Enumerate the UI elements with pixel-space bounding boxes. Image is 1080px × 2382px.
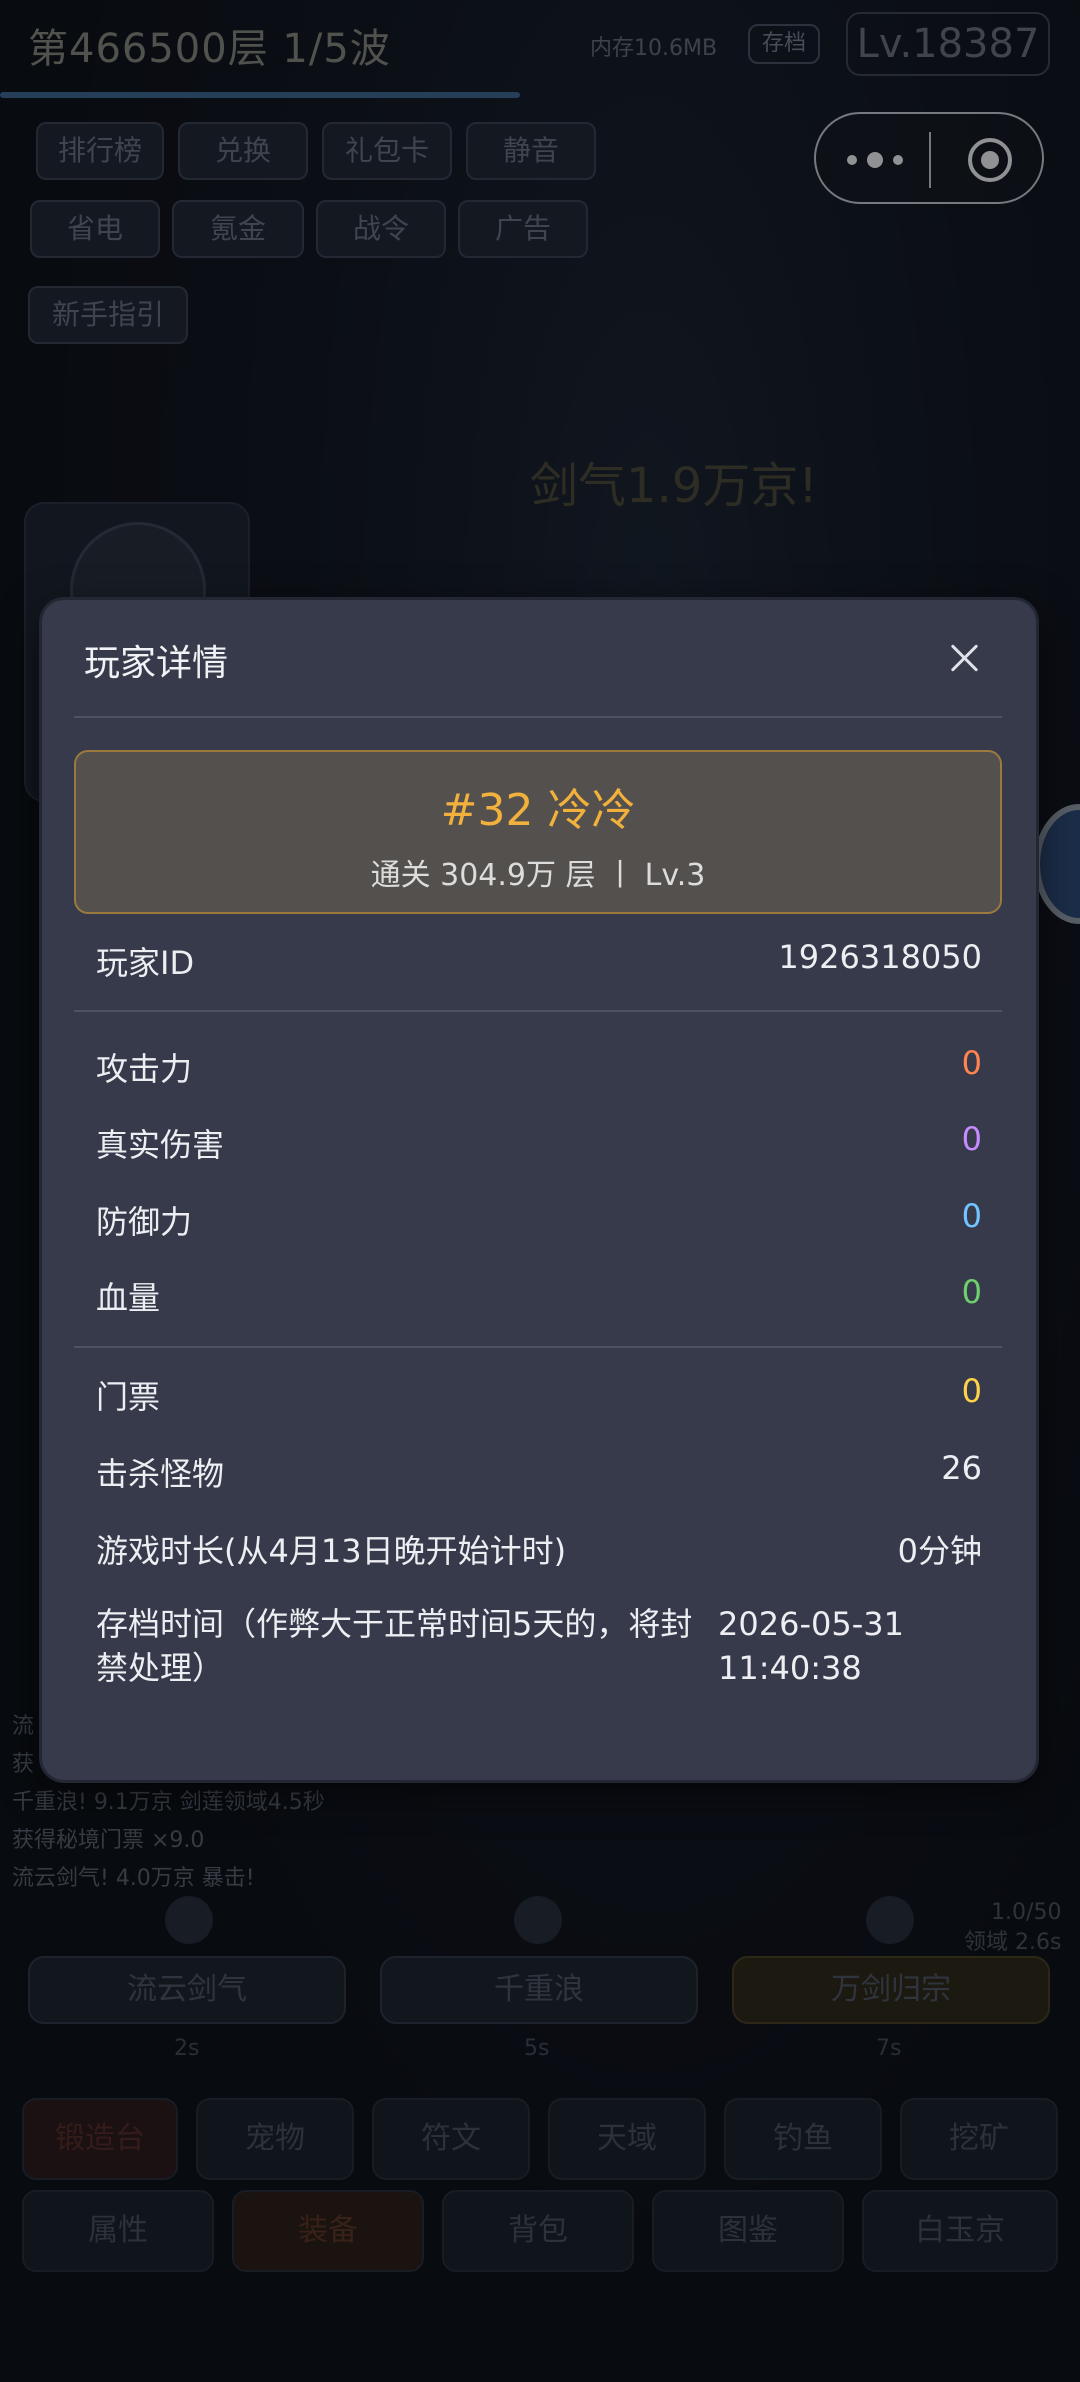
stat-label-defense: 防御力 [96,1203,193,1241]
player-id-value: 1926318050 [778,938,982,976]
stat-value-attack: 0 [961,1044,982,1082]
divider [74,716,1002,718]
kills-value: 26 [941,1449,982,1487]
ticket-value: 0 [961,1372,982,1410]
stat-label-attack: 攻击力 [96,1050,193,1088]
playtime-value: 0分钟 [897,1532,982,1570]
player-id-label: 玩家ID [96,944,195,982]
save-time-value: 2026-05-31 11:40:38 [718,1605,904,1687]
player-detail-modal: 玩家详情 #32 冷冷 通关 304.9万 层 丨 Lv.3 玩家ID 1926… [42,600,1036,1780]
player-progress-level: 通关 304.9万 层 丨 Lv.3 [370,858,706,893]
ticket-label: 门票 [96,1378,161,1416]
stat-label-hp: 血量 [96,1279,161,1317]
kills-label: 击杀怪物 [96,1455,225,1493]
playtime-label: 游戏时长(从4月13日晚开始计时) [96,1532,567,1570]
stat-value-defense: 0 [961,1197,982,1235]
player-summary-card: #32 冷冷 通关 304.9万 层 丨 Lv.3 [74,750,1002,914]
divider [74,1346,1002,1348]
stat-value-hp: 0 [961,1273,982,1311]
modal-title: 玩家详情 [84,643,229,684]
stat-label-true-damage: 真实伤害 [96,1126,225,1164]
save-time-label: 存档时间（作弊大于正常时间5天的，将封禁处理） [96,1605,693,1687]
divider [74,1010,1002,1012]
close-icon[interactable] [942,636,988,682]
player-rank-name: #32 冷冷 [440,785,636,836]
stat-value-true-damage: 0 [961,1120,982,1158]
